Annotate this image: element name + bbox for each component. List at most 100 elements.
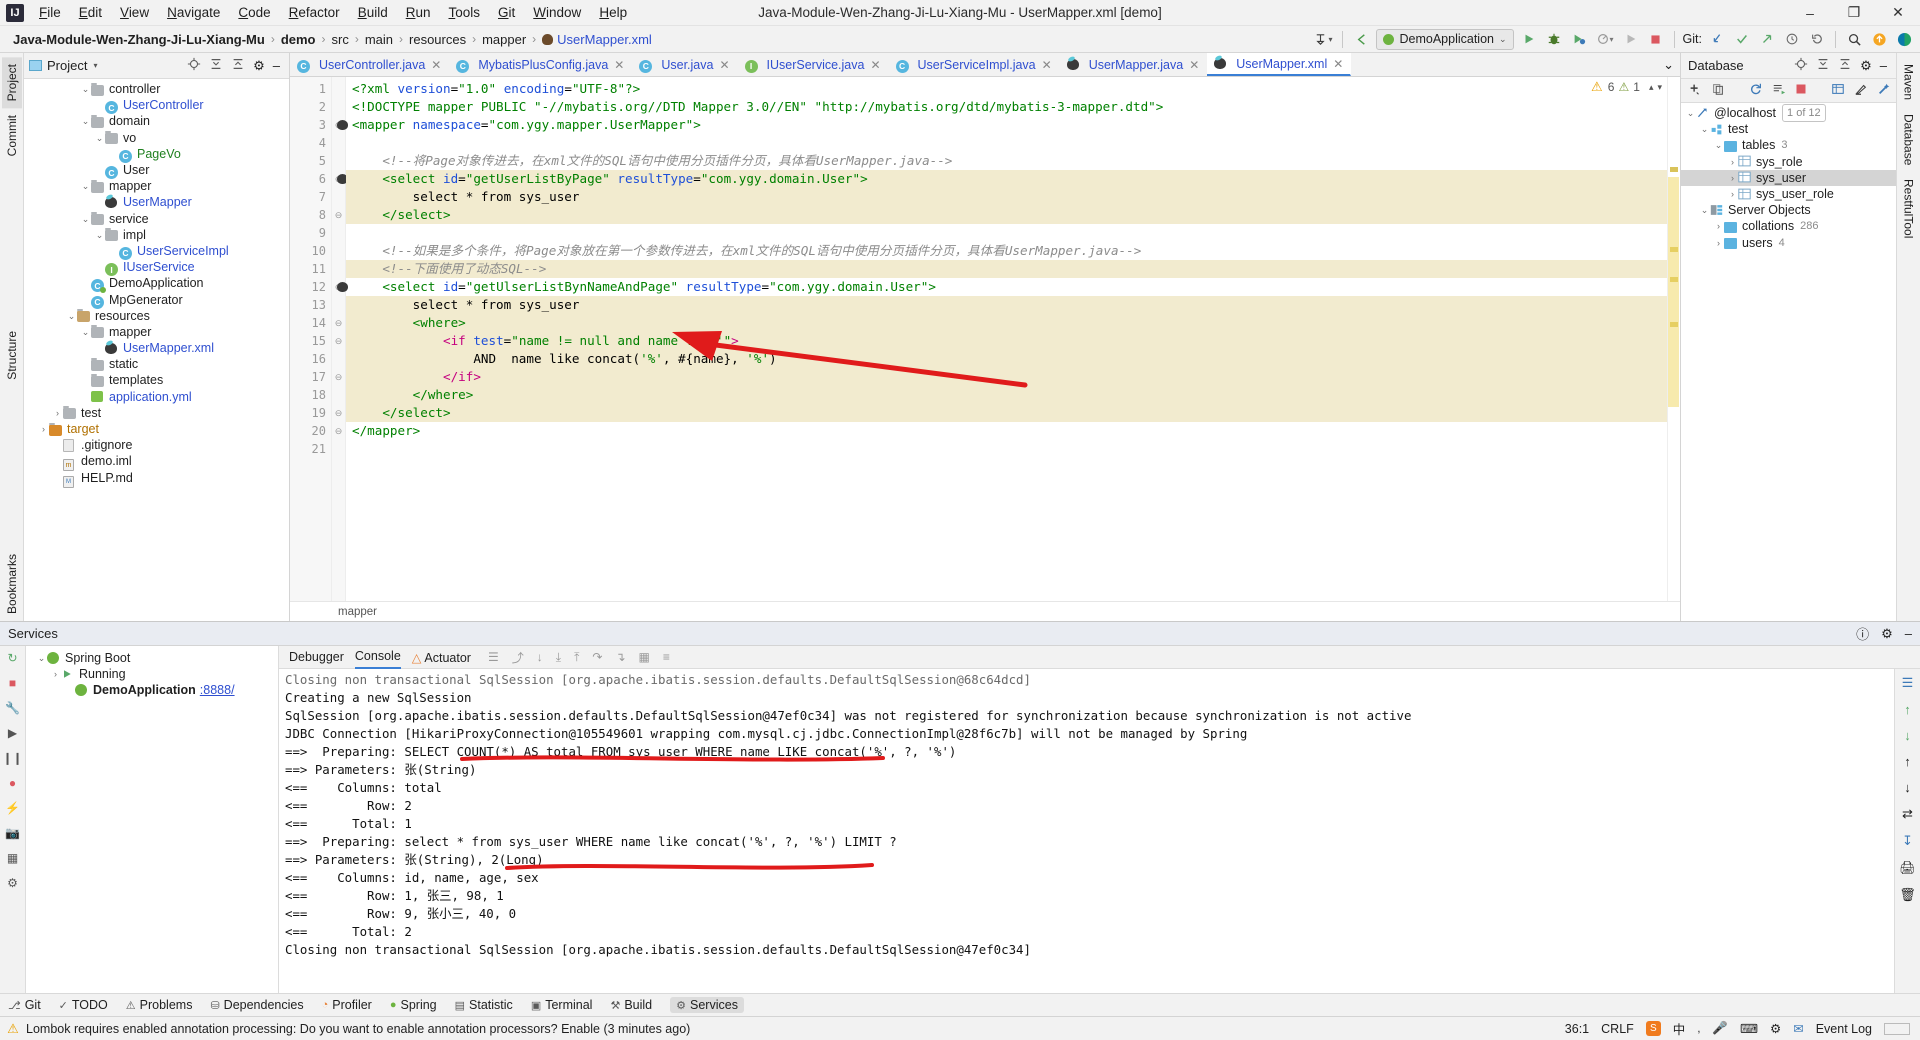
tool-window-button-dependencies[interactable]: ⛁ Dependencies — [210, 998, 303, 1012]
tool-window-button-services[interactable]: ⚙ Services — [670, 997, 744, 1013]
ide-logo-icon[interactable] — [1894, 29, 1914, 50]
fold-marker[interactable] — [332, 242, 345, 260]
code-text[interactable]: <?xml version="1.0" encoding="UTF-8"?> <!… — [346, 77, 1667, 601]
tree-twisty-icon[interactable]: › — [52, 405, 63, 421]
console-toolbar-step-over-icon[interactable]: ⤓ — [556, 650, 561, 665]
project-tree-row[interactable]: C User — [24, 162, 289, 180]
tree-twisty-icon[interactable]: ⌄ — [80, 113, 91, 129]
project-tree-row[interactable]: C UserController — [24, 97, 289, 115]
tool-stripe-commit[interactable]: Commit — [2, 108, 22, 163]
duplicate-icon[interactable] — [1711, 82, 1725, 99]
microphone-icon[interactable]: 🎤 — [1712, 1021, 1728, 1036]
tree-twisty-icon[interactable]: ⌄ — [1713, 137, 1724, 153]
project-tree-row[interactable]: C MpGenerator — [24, 291, 289, 309]
tool-window-button-statistic[interactable]: ▤ Statistic — [455, 998, 513, 1012]
tree-twisty-icon[interactable]: ⌄ — [36, 650, 47, 666]
tree-twisty-icon[interactable]: › — [1727, 170, 1738, 186]
menu-item-git[interactable]: Git — [489, 2, 524, 23]
project-tree-row[interactable]: › target — [24, 421, 289, 437]
table-view-icon[interactable] — [1831, 82, 1845, 99]
close-tab-icon[interactable]: ✕ — [1042, 58, 1052, 72]
editor-tab-MybatisPlusConfig-java[interactable]: C MybatisPlusConfig.java ✕ — [449, 53, 632, 76]
project-tree-row[interactable]: C DemoApplication — [24, 275, 289, 294]
database-tree[interactable]: ⌄ @localhost 1 of 12 ⌄ test ⌄ tables 3 › sys_role… — [1681, 103, 1896, 621]
project-tree-row[interactable]: m demo.iml — [24, 453, 289, 471]
scroll-down-icon[interactable]: ↓ — [1904, 728, 1911, 743]
scroll-up-icon[interactable]: ↑ — [1904, 702, 1911, 717]
hide-panel-icon[interactable]: – — [273, 58, 280, 73]
tree-twisty-icon[interactable]: › — [1713, 218, 1724, 234]
project-tree-row[interactable]: ⌄ service — [24, 211, 289, 227]
tree-twisty-icon[interactable]: ⌄ — [80, 81, 91, 97]
menu-item-run[interactable]: Run — [397, 2, 440, 23]
fold-marker[interactable] — [332, 188, 345, 206]
project-tree-row[interactable]: C UserServiceImpl — [24, 243, 289, 260]
settings-icon[interactable]: ⚙ — [1881, 626, 1893, 642]
caret-position[interactable]: 36:1 — [1565, 1022, 1589, 1036]
collapse-all-icon[interactable] — [1838, 57, 1852, 74]
main-menu[interactable]: File Edit View Navigate Code Refactor Build Run… — [30, 2, 636, 23]
settings-icon[interactable]: ⚙ — [5, 875, 21, 891]
settings-icon[interactable]: ⚙ — [1860, 58, 1872, 74]
hide-panel-icon[interactable]: – — [1905, 626, 1912, 641]
fold-marker[interactable] — [332, 260, 345, 278]
actuator-icon[interactable]: ⚡ — [5, 800, 21, 816]
tree-twisty-icon[interactable]: ⌄ — [80, 324, 91, 340]
locate-icon[interactable] — [1794, 57, 1808, 74]
menu-item-tools[interactable]: Tools — [440, 2, 490, 23]
expand-all-icon[interactable] — [209, 57, 223, 74]
search-icon[interactable] — [1844, 29, 1864, 50]
console-toolbar-rollback-icon[interactable]: ⤴ — [512, 649, 524, 666]
tool-window-button-git[interactable]: ⎇ Git — [8, 998, 41, 1012]
stop-icon[interactable] — [1795, 83, 1807, 98]
tree-twisty-icon[interactable]: ⌄ — [1685, 105, 1696, 121]
menu-item-code[interactable]: Code — [229, 2, 279, 23]
services-tab-debugger[interactable]: Debugger — [289, 650, 344, 664]
search-everywhere-icon[interactable]: ▾ — [1311, 29, 1334, 50]
tree-twisty-icon[interactable]: ⌄ — [80, 211, 91, 227]
editor-tab-UserServiceImpl-java[interactable]: C UserServiceImpl.java ✕ — [889, 53, 1060, 76]
magic-icon[interactable] — [1877, 82, 1891, 99]
breadcrumb-item-6[interactable]: UserMapper.xml — [537, 30, 657, 49]
run-configuration-selector[interactable]: DemoApplication ⌄ — [1376, 28, 1514, 50]
tool-window-button-build[interactable]: ⚒ Build — [610, 998, 652, 1012]
project-tree-row[interactable]: ⌄ domain — [24, 113, 289, 129]
settings-icon[interactable]: ⚙ — [253, 58, 265, 74]
breadcrumb-item-1[interactable]: demo — [276, 30, 321, 49]
services-tab-console[interactable]: Console — [354, 646, 401, 669]
project-tree-row[interactable]: M HELP.md — [24, 470, 289, 489]
tool-stripe-maven[interactable]: Maven — [1899, 57, 1919, 107]
fold-marker[interactable]: ⊖ — [332, 314, 345, 332]
database-tree-row[interactable]: › users 4 — [1681, 235, 1896, 251]
breadcrumb[interactable]: Java-Module-Wen-Zhang-Ji-Lu-Xiang-Mu › dem… — [8, 30, 657, 49]
hide-panel-icon[interactable]: – — [1880, 58, 1887, 73]
console-toolbar-table-icon[interactable]: ▦ — [639, 650, 650, 664]
keyboard-icon[interactable]: ⌨ — [1740, 1021, 1758, 1036]
close-tab-icon[interactable]: ✕ — [870, 58, 880, 72]
menu-item-help[interactable]: Help — [590, 2, 636, 23]
fold-marker[interactable] — [332, 386, 345, 404]
inspection-status[interactable]: ⚠ 6 ⚠ 1 ▴ ▾ — [1590, 79, 1662, 94]
tree-twisty-icon[interactable]: ⌄ — [80, 178, 91, 194]
profile-button[interactable]: ▾ — [1594, 29, 1616, 50]
ime-punct-icon[interactable]: , — [1697, 1023, 1700, 1035]
step-icon[interactable]: ▶ — [5, 725, 21, 741]
edit-icon[interactable] — [1854, 82, 1868, 99]
project-tree-row[interactable]: C PageVo — [24, 146, 289, 163]
refresh-icon[interactable] — [1749, 82, 1763, 99]
git-push-icon[interactable] — [1757, 29, 1777, 50]
fold-marker[interactable]: ⊖ — [332, 404, 345, 422]
tool-window-button-spring[interactable]: ● Spring — [390, 998, 437, 1012]
minimize-button[interactable]: – — [1788, 0, 1832, 26]
tree-twisty-icon[interactable]: ⌄ — [94, 130, 105, 146]
chart-icon[interactable]: ▦ — [5, 850, 21, 866]
stop-icon[interactable]: ■ — [5, 675, 21, 691]
breadcrumb-item-4[interactable]: resources — [404, 30, 471, 49]
tree-twisty-icon[interactable]: › — [38, 421, 49, 437]
next-occurrence-icon[interactable]: ↓ — [1904, 780, 1911, 795]
wrench-icon[interactable]: 🔧 — [5, 700, 21, 716]
editor-tab-bar[interactable]: C UserController.java ✕ C MybatisPlusConfig.… — [290, 53, 1680, 77]
fold-marker[interactable] — [332, 134, 345, 152]
tree-twisty-icon[interactable]: › — [50, 666, 61, 682]
soft-wrap-icon[interactable]: ☰ — [1902, 675, 1914, 691]
